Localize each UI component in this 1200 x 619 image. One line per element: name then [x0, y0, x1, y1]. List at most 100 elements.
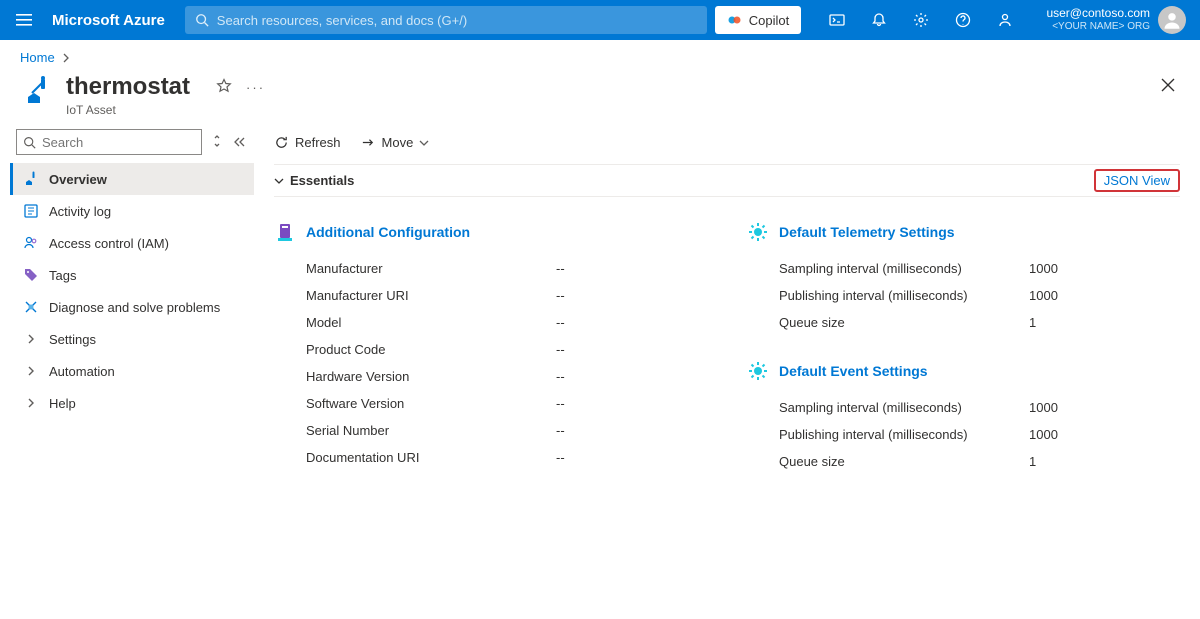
kv-value: -- [556, 450, 565, 465]
kv-key: Publishing interval (milliseconds) [779, 427, 1029, 442]
sidebar-item-label: Access control (IAM) [49, 236, 169, 251]
essentials-row: Essentials JSON View [274, 165, 1180, 197]
kv-row: Sampling interval (milliseconds)1000 [747, 255, 1180, 282]
kv-row: Sampling interval (milliseconds)1000 [747, 394, 1180, 421]
user-org: <YOUR NAME> ORG [1046, 20, 1150, 34]
sidebar-item-label: Tags [49, 268, 76, 283]
config-icon [274, 221, 296, 243]
kv-row: Serial Number-- [274, 417, 707, 444]
chevron-right-icon [23, 395, 39, 411]
sidebar-item-label: Help [49, 396, 76, 411]
sidebar-item-label: Settings [49, 332, 96, 347]
kv-value: -- [556, 288, 565, 303]
expand-icon[interactable] [212, 134, 222, 151]
copilot-button[interactable]: Copilot [715, 6, 801, 34]
kv-value: 1000 [1029, 261, 1058, 276]
chevron-right-icon [23, 363, 39, 379]
kv-row: Product Code-- [274, 336, 707, 363]
kv-value: 1 [1029, 315, 1036, 330]
help-icon[interactable] [943, 0, 983, 40]
kv-value: 1000 [1029, 400, 1058, 415]
refresh-button[interactable]: Refresh [274, 135, 341, 150]
sidebar-item-settings[interactable]: Settings [10, 323, 254, 355]
kv-key: Hardware Version [306, 369, 556, 384]
user-email: user@contoso.com [1046, 6, 1150, 20]
move-button[interactable]: Move [361, 135, 430, 150]
collapse-icon[interactable] [232, 135, 246, 150]
close-button[interactable] [1156, 73, 1180, 97]
kv-key: Queue size [779, 454, 1029, 469]
kv-value: 1000 [1029, 427, 1058, 442]
kv-value: 1000 [1029, 288, 1058, 303]
kv-value: 1 [1029, 454, 1036, 469]
sidebar-item-overview[interactable]: Overview [10, 163, 254, 195]
kv-key: Product Code [306, 342, 556, 357]
favorite-star-icon[interactable] [216, 78, 232, 97]
kv-row: Publishing interval (milliseconds)1000 [747, 282, 1180, 309]
breadcrumb: Home [0, 40, 1200, 65]
sidebar-item-label: Activity log [49, 204, 111, 219]
sidebar-item-help[interactable]: Help [10, 387, 254, 419]
kv-row: Documentation URI-- [274, 444, 707, 471]
kv-key: Software Version [306, 396, 556, 411]
kv-key: Sampling interval (milliseconds) [779, 400, 1029, 415]
telemetry-section: Default Telemetry Settings Sampling inte… [747, 221, 1180, 336]
toolbar: Refresh Move [274, 121, 1180, 165]
sidebar-item-tags[interactable]: Tags [10, 259, 254, 291]
more-actions-icon[interactable]: ··· [246, 80, 265, 95]
overview-icon [23, 171, 39, 187]
access-control-icon [23, 235, 39, 251]
global-search[interactable] [185, 6, 707, 34]
kv-row: Queue size1 [747, 309, 1180, 336]
essentials-toggle[interactable]: Essentials [274, 173, 354, 188]
diagnose-icon [23, 299, 39, 315]
kv-value: -- [556, 315, 565, 330]
activity-log-icon [23, 203, 39, 219]
user-block[interactable]: user@contoso.com <YOUR NAME> ORG [1046, 6, 1192, 34]
json-view-button[interactable]: JSON View [1094, 169, 1180, 192]
sidebar-item-activity-log[interactable]: Activity log [10, 195, 254, 227]
kv-row: Software Version-- [274, 390, 707, 417]
kv-key: Publishing interval (milliseconds) [779, 288, 1029, 303]
sidebar-search[interactable] [16, 129, 202, 155]
page-title: thermostat [66, 73, 190, 101]
telemetry-icon [747, 221, 769, 243]
sidebar-item-automation[interactable]: Automation [10, 355, 254, 387]
sidebar-search-input[interactable] [42, 135, 195, 150]
chevron-right-icon [61, 53, 71, 63]
kv-row: Manufacturer-- [274, 255, 707, 282]
kv-row: Model-- [274, 309, 707, 336]
feedback-icon[interactable] [985, 0, 1025, 40]
sidebar-item-label: Diagnose and solve problems [49, 300, 220, 315]
sidebar: Overview Activity log Access control (IA… [0, 121, 254, 616]
kv-key: Model [306, 315, 556, 330]
kv-key: Manufacturer [306, 261, 556, 276]
kv-row: Hardware Version-- [274, 363, 707, 390]
section-title: Additional Configuration [306, 224, 470, 240]
global-search-input[interactable] [217, 13, 697, 28]
brand[interactable]: Microsoft Azure [52, 12, 165, 29]
hamburger-menu[interactable] [8, 4, 40, 36]
kv-row: Queue size1 [747, 448, 1180, 475]
chevron-down-icon [419, 138, 429, 148]
sidebar-item-access-control[interactable]: Access control (IAM) [10, 227, 254, 259]
sidebar-item-label: Overview [49, 172, 107, 187]
sidebar-item-diagnose[interactable]: Diagnose and solve problems [10, 291, 254, 323]
event-icon [747, 360, 769, 382]
chevron-right-icon [23, 331, 39, 347]
settings-icon[interactable] [901, 0, 941, 40]
section-title: Default Event Settings [779, 363, 928, 379]
kv-key: Documentation URI [306, 450, 556, 465]
kv-value: -- [556, 342, 565, 357]
breadcrumb-home[interactable]: Home [20, 50, 55, 65]
top-icons [817, 0, 1025, 40]
avatar[interactable] [1158, 6, 1186, 34]
additional-config-section: Additional Configuration Manufacturer--M… [274, 221, 707, 475]
notifications-icon[interactable] [859, 0, 899, 40]
event-section: Default Event Settings Sampling interval… [747, 360, 1180, 475]
cloud-shell-icon[interactable] [817, 0, 857, 40]
move-label: Move [382, 135, 414, 150]
page-subtitle: IoT Asset [66, 103, 265, 117]
kv-value: -- [556, 369, 565, 384]
topbar: Microsoft Azure Copilot user@contoso.com… [0, 0, 1200, 40]
